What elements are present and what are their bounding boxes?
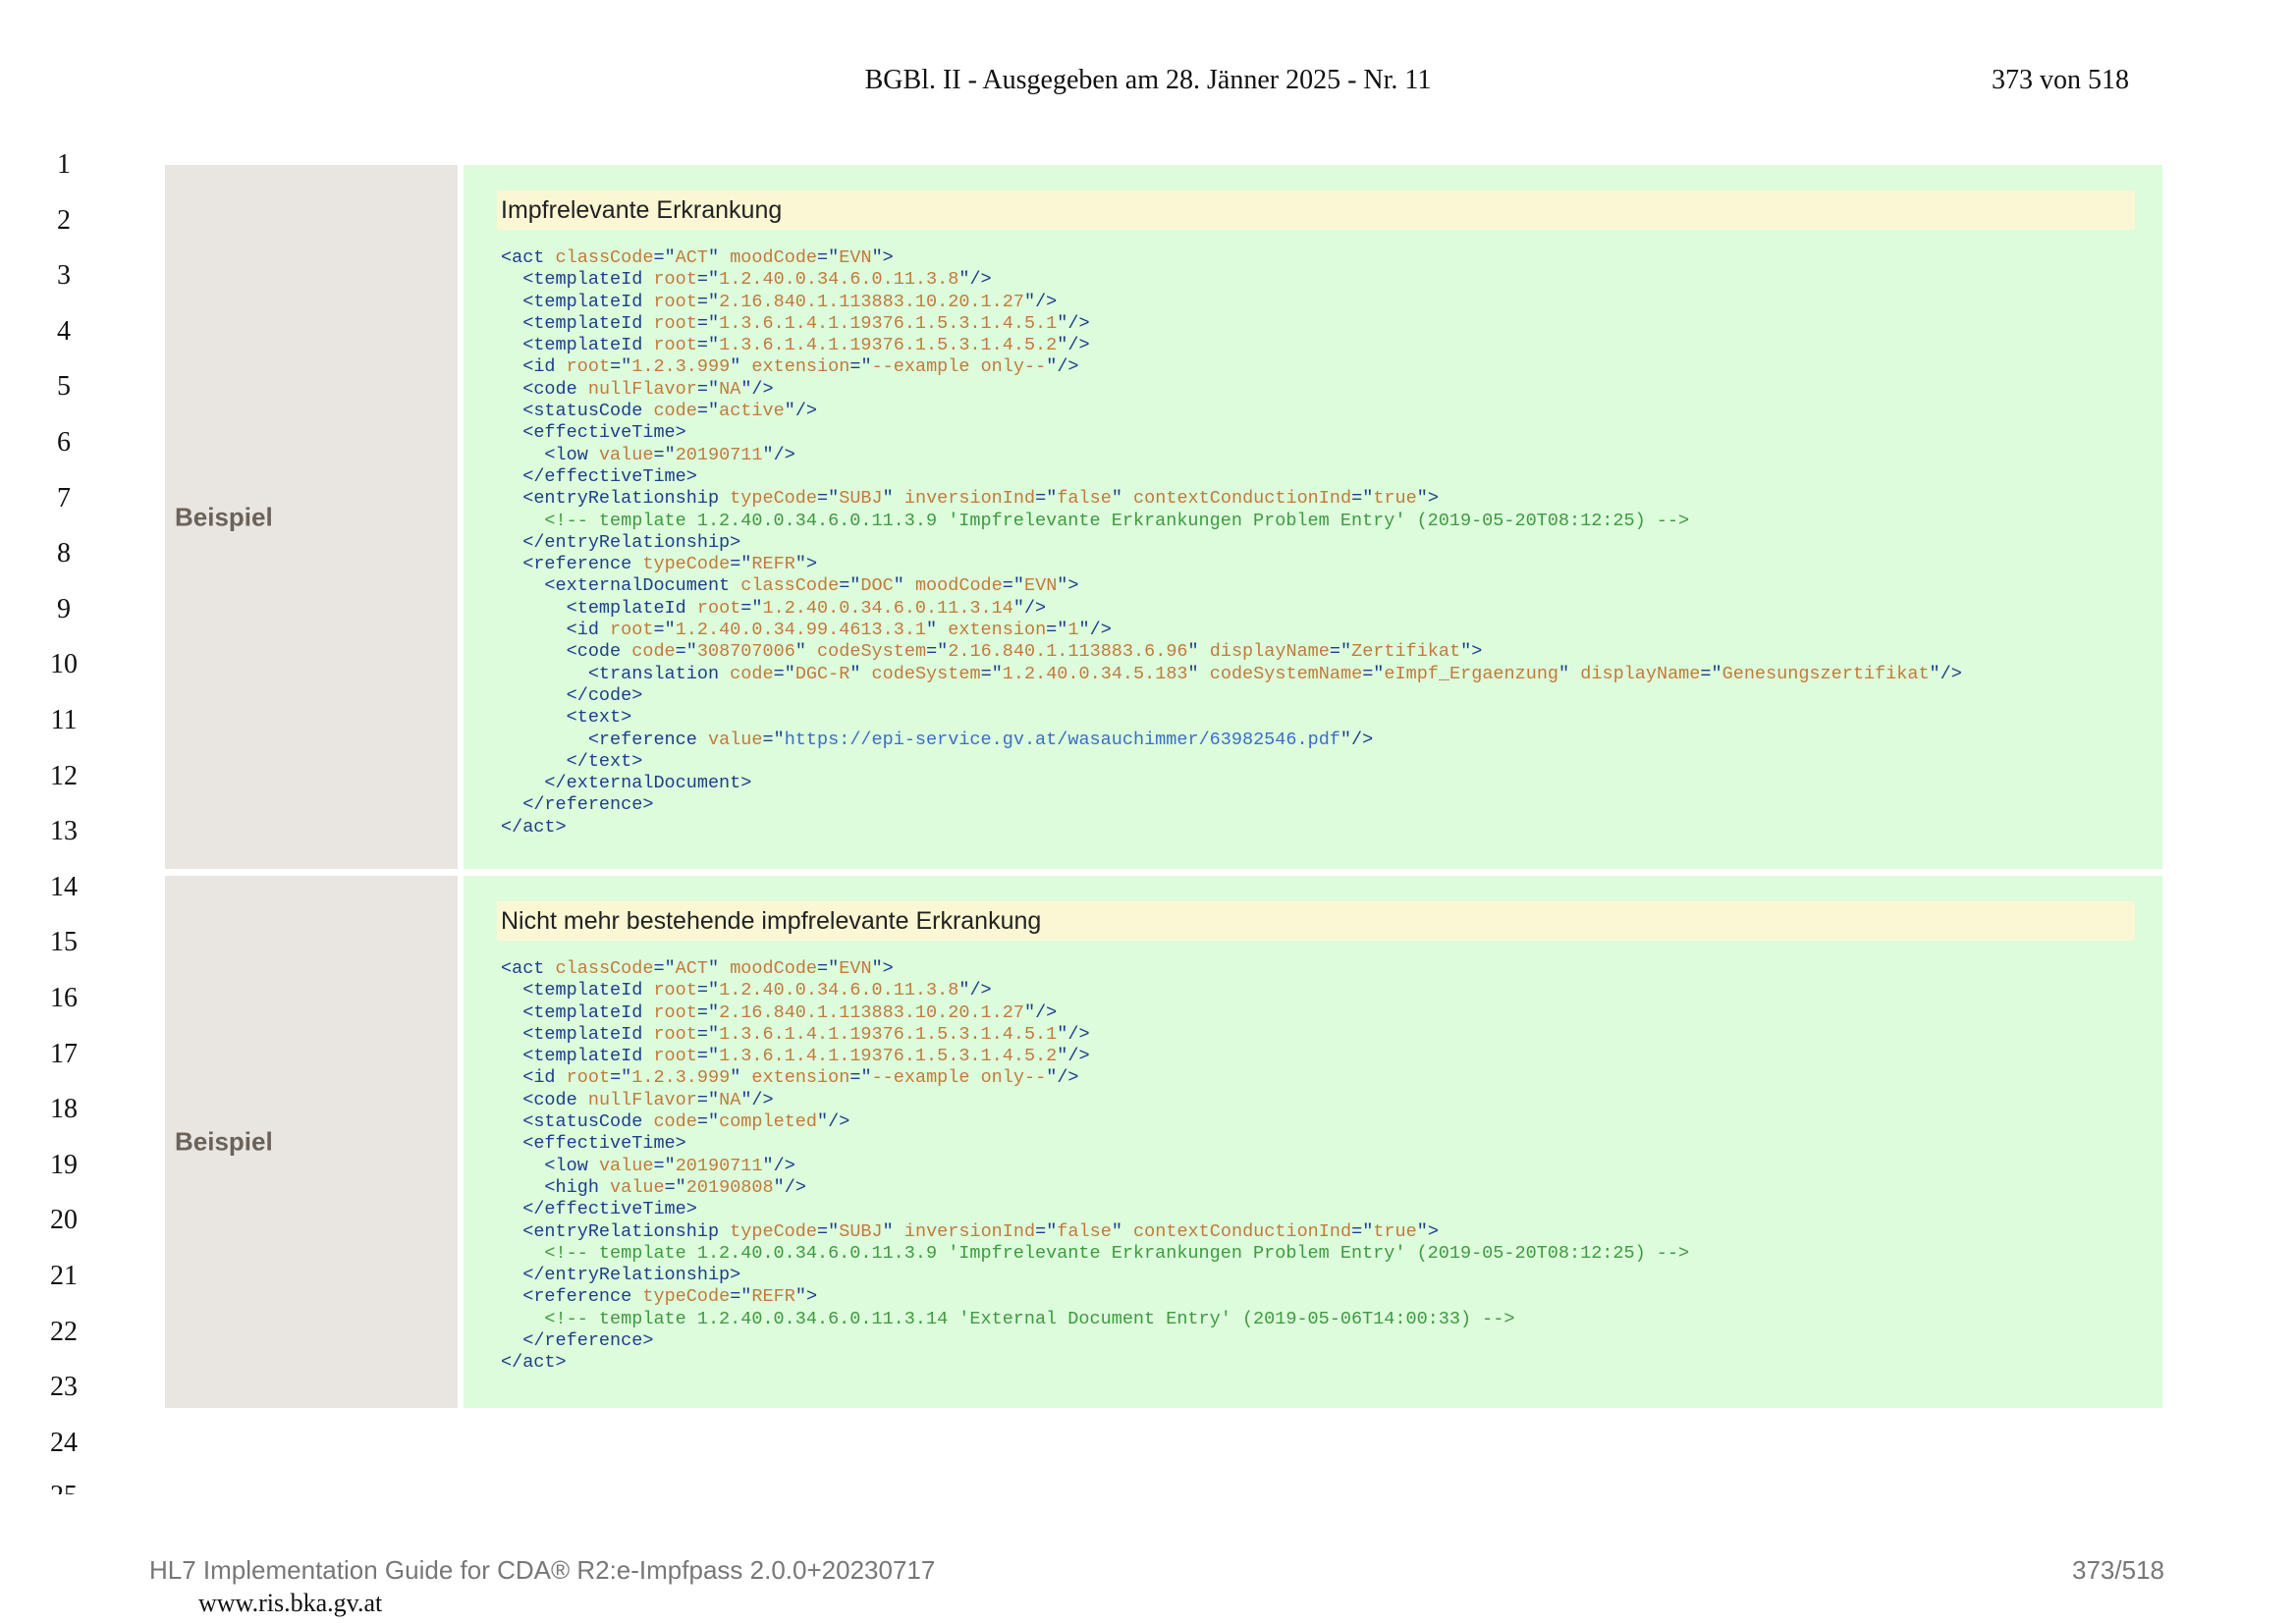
example-title: Impfrelevante Erkrankung	[497, 190, 2135, 230]
page-header-title: BGBl. II - Ausgegeben am 28. Jänner 2025…	[864, 65, 1432, 95]
line-number: 19	[50, 1149, 78, 1180]
line-number: 4	[57, 315, 71, 347]
example-block: Beispiel Impfrelevante Erkrankung <act c…	[165, 165, 2162, 869]
example-label-cell: Beispiel	[165, 876, 464, 1408]
line-number: 21	[50, 1261, 78, 1291]
xml-code-block: <act classCode="ACT" moodCode="EVN"> <te…	[501, 958, 1690, 1374]
line-number: 12	[50, 760, 78, 791]
example-label: Beispiel	[175, 1126, 273, 1157]
line-number: 24	[50, 1427, 78, 1458]
footer-document-title: HL7 Implementation Guide for CDA® R2:e-I…	[149, 1555, 936, 1585]
line-number: 7	[57, 482, 71, 514]
footer-url[interactable]: www.ris.bka.gv.at	[198, 1589, 382, 1618]
line-number: 2	[57, 204, 71, 236]
line-number: 23	[50, 1372, 78, 1403]
example-label: Beispiel	[175, 502, 273, 531]
example-content-cell: Nicht mehr bestehende impfrelevante Erkr…	[464, 876, 2162, 1408]
line-number: 8	[57, 538, 71, 569]
line-number: 25	[29, 1483, 98, 1494]
example-label-cell: Beispiel	[165, 165, 464, 869]
line-number: 20	[50, 1205, 78, 1236]
line-number: 13	[50, 816, 78, 847]
line-number: 9	[57, 593, 71, 624]
line-number: 3	[57, 260, 71, 292]
page-header-number: 373 von 518	[1992, 65, 2129, 95]
line-number: 5	[57, 371, 71, 403]
line-number: 14	[50, 871, 78, 902]
line-number: 18	[50, 1094, 78, 1125]
line-number: 15	[50, 927, 78, 958]
line-number: 16	[50, 983, 78, 1013]
example-content-cell: Impfrelevante Erkrankung <act classCode=…	[464, 165, 2162, 869]
line-number: 10	[50, 649, 78, 680]
example-title: Nicht mehr bestehende impfrelevante Erkr…	[497, 901, 2135, 941]
xml-code-block: <act classCode="ACT" moodCode="EVN"> <te…	[501, 247, 1962, 838]
line-number: 6	[57, 427, 71, 458]
line-number: 17	[50, 1038, 78, 1069]
line-number: 11	[50, 705, 78, 735]
line-number: 1	[57, 149, 71, 180]
footer-page-number: 373/518	[2072, 1555, 2164, 1585]
example-block: Beispiel Nicht mehr bestehende impfrelev…	[165, 876, 2162, 1408]
line-number: 22	[50, 1316, 78, 1347]
